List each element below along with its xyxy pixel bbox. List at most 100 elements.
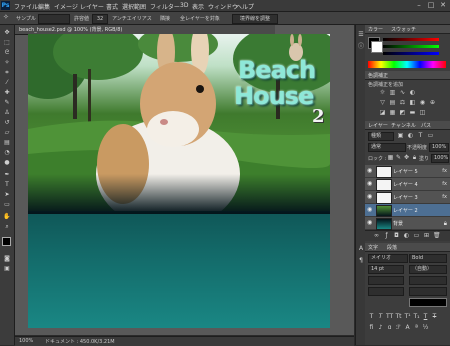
black-white-icon[interactable]: ◧ [409, 99, 416, 106]
visibility-eye-icon[interactable]: ◉ [367, 207, 373, 213]
antialias-checkbox[interactable]: アンチエイリアス [112, 15, 152, 22]
filter-adjust-icon[interactable]: ◐ [407, 132, 414, 139]
new-layer-icon[interactable]: ⊞ [423, 232, 430, 239]
document-canvas[interactable]: Beach House 2 [28, 34, 330, 328]
fraction-icon[interactable]: ½ [422, 324, 429, 331]
menu-3d[interactable]: 3D [180, 2, 188, 9]
filter-shape-icon[interactable]: ▭ [427, 132, 434, 139]
curves-icon[interactable]: ∿ [399, 89, 406, 96]
character-panel-icon[interactable]: A [357, 245, 365, 253]
screen-mode-icon[interactable]: ▣ [3, 265, 11, 273]
hand-tool-icon[interactable]: ✋ [3, 213, 11, 221]
visibility-eye-icon[interactable]: ◉ [367, 194, 373, 200]
green-slider[interactable] [383, 45, 439, 48]
selective-color-icon[interactable]: ◫ [419, 109, 426, 116]
small-caps-icon[interactable]: Tt [395, 313, 402, 320]
healing-tool-icon[interactable]: ✚ [3, 89, 11, 97]
menu-file[interactable]: ファイル [14, 2, 38, 11]
gradient-tool-icon[interactable]: ▤ [3, 139, 11, 147]
tolerance-field[interactable]: 32 [92, 14, 108, 24]
strikethrough-icon[interactable]: T [431, 313, 438, 320]
delete-layer-icon[interactable]: 🗑︎ [433, 232, 441, 239]
brightness-icon[interactable]: ☼ [379, 89, 386, 96]
layer-row[interactable]: ◉ レイヤー 3 fx [365, 191, 450, 204]
contiguous-checkbox[interactable]: 隣接 [160, 15, 170, 22]
layer-fx-badge[interactable]: fx [442, 181, 447, 187]
foreground-color-swatch[interactable] [2, 237, 11, 246]
horizontal-scale-field[interactable] [409, 287, 447, 296]
type-tool-icon[interactable]: T [3, 181, 11, 189]
posterize-icon[interactable]: ▦ [389, 109, 396, 116]
add-style-icon[interactable]: ƒ [383, 232, 390, 239]
paragraph-panel-icon[interactable]: ¶ [357, 257, 365, 265]
shape-tool-icon[interactable]: ▭ [3, 201, 11, 209]
vertical-scale-field[interactable] [368, 287, 404, 296]
maximize-icon[interactable]: □ [426, 1, 436, 9]
gradient-map-icon[interactable]: ▬ [409, 109, 416, 116]
close-icon[interactable]: ✕ [438, 1, 448, 9]
ordinal-icon[interactable]: ª [413, 324, 420, 331]
history-panel-icon[interactable]: ☰ [357, 31, 365, 39]
blue-slider[interactable] [383, 52, 439, 55]
ornament-icon[interactable]: ♪ [377, 324, 384, 331]
channel-mixer-icon[interactable]: ⊕ [429, 99, 436, 106]
superscript-icon[interactable]: T¹ [404, 313, 411, 320]
color-spectrum-bar[interactable] [368, 61, 446, 68]
all-caps-icon[interactable]: TT [386, 313, 393, 320]
marquee-tool-icon[interactable]: ⬚ [3, 39, 11, 47]
lasso-tool-icon[interactable]: ᘓ [3, 49, 11, 57]
faux-italic-icon[interactable]: T [377, 313, 384, 320]
lock-all-icon[interactable]: 🔒︎ [411, 154, 418, 161]
minimize-icon[interactable]: – [414, 1, 424, 9]
menu-window[interactable]: ウィンドウ [208, 2, 238, 11]
eraser-tool-icon[interactable]: ▱ [3, 129, 11, 137]
font-size-field[interactable]: 14 pt [368, 265, 404, 274]
layer-fx-badge[interactable]: fx [442, 168, 447, 174]
visibility-eye-icon[interactable]: ◉ [367, 168, 373, 174]
color-balance-icon[interactable]: ⚖ [399, 99, 406, 106]
opacity-field[interactable]: 100% [429, 143, 449, 152]
menu-select[interactable]: 選択範囲 [122, 2, 146, 11]
properties-panel-icon[interactable]: ⓘ [357, 43, 365, 51]
add-mask-icon[interactable]: ◘ [393, 232, 400, 239]
levels-icon[interactable]: ▥ [389, 89, 396, 96]
layer-row[interactable]: ◉ 背景 🔒︎ [365, 217, 450, 230]
filter-pixel-icon[interactable]: ▣ [397, 132, 404, 139]
new-group-icon[interactable]: ▭ [413, 232, 420, 239]
red-slider[interactable] [383, 38, 439, 41]
kerning-field[interactable] [368, 276, 404, 285]
hue-saturation-icon[interactable]: ▤ [389, 99, 396, 106]
faux-bold-icon[interactable]: T [368, 313, 375, 320]
menu-edit[interactable]: 編集 [38, 2, 50, 11]
tab-channels[interactable]: チャンネル [391, 122, 416, 129]
all-layers-checkbox[interactable]: 全レイヤーを対象 [180, 15, 220, 22]
visibility-eye-icon[interactable]: ◉ [367, 181, 373, 187]
fill-field[interactable]: 100% [431, 154, 449, 163]
color-panel-background[interactable] [371, 41, 383, 53]
threshold-icon[interactable]: ◩ [399, 109, 406, 116]
menu-image[interactable]: イメージ [54, 2, 78, 11]
menu-filter[interactable]: フィルター [150, 2, 180, 11]
brush-tool-icon[interactable]: ✎ [3, 99, 11, 107]
ligature-icon[interactable]: ﬁ [368, 324, 375, 331]
zoom-level[interactable]: 100% [19, 338, 33, 344]
leading-field[interactable]: （自動） [409, 265, 447, 274]
move-tool-icon[interactable]: ✥ [3, 29, 11, 37]
invert-icon[interactable]: ◪ [379, 109, 386, 116]
layer-row-selected[interactable]: ◉ レイヤー 2 [365, 204, 450, 217]
subscript-icon[interactable]: T₁ [413, 313, 420, 320]
lock-pixels-icon[interactable]: ▦ [387, 154, 394, 161]
new-adjustment-icon[interactable]: ◐ [403, 232, 410, 239]
menu-layer[interactable]: レイヤー [80, 2, 104, 11]
font-style-select[interactable]: Bold [409, 254, 447, 263]
tab-paragraph[interactable]: 段落 [387, 244, 397, 251]
history-brush-icon[interactable]: ↺ [3, 119, 11, 127]
lock-brush-icon[interactable]: ✎ [395, 154, 402, 161]
eyedropper-tool-icon[interactable]: ⁄ [3, 79, 11, 87]
layer-kind-filter[interactable]: 種類 [368, 132, 394, 141]
tab-character[interactable]: 文字 [368, 244, 378, 251]
layer-row[interactable]: ◉ レイヤー 5 fx [365, 165, 450, 178]
pen-tool-icon[interactable]: ✒ [3, 171, 11, 179]
path-select-icon[interactable]: ➤ [3, 191, 11, 199]
blur-tool-icon[interactable]: ◔ [3, 149, 11, 157]
